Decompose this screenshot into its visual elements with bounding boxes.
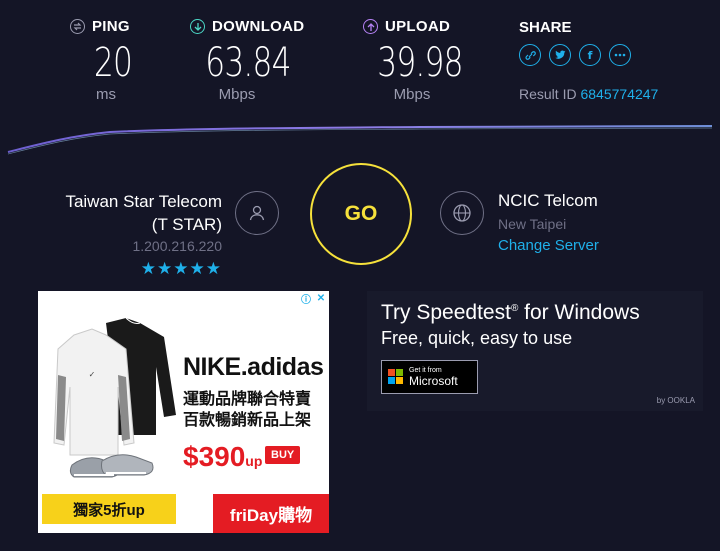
share-label: SHARE: [519, 19, 572, 36]
upload-unit: Mbps: [393, 86, 431, 103]
windows-logo-icon: [388, 369, 404, 385]
svg-text:✓: ✓: [89, 370, 96, 379]
ad2-subtitle: Free, quick, easy to use: [381, 328, 573, 348]
ping-label: PING: [92, 18, 130, 35]
upload-header: UPLOAD: [363, 18, 450, 35]
isp-name-line2: (T STAR): [151, 215, 222, 234]
server-name: NCIC Telcom: [498, 191, 598, 210]
ping-unit: ms: [96, 86, 116, 103]
change-server-link[interactable]: Change Server: [498, 237, 599, 254]
go-button[interactable]: GO: [310, 163, 412, 265]
upload-label: UPLOAD: [385, 18, 451, 35]
ad2-title: Try Speedtest® for Windows: [381, 301, 640, 325]
ad-subtitle-line2: 百款暢銷新品上架: [183, 412, 312, 429]
isp-name-line1: Taiwan Star Telecom: [65, 192, 222, 211]
ad-price-suffix: up: [245, 453, 263, 469]
isp-name: Taiwan Star Telecom (T STAR): [65, 190, 222, 236]
ad-subtitle: 運動品牌聯合特賣 百款暢銷新品上架: [183, 389, 311, 431]
download-header: DOWNLOAD: [190, 18, 304, 35]
microsoft-store-button[interactable]: Get it from Microsoft: [381, 360, 478, 394]
isp-ip: 1.200.216.220: [132, 238, 222, 254]
ad-product-image: ✓: [53, 317, 176, 478]
ad-buy-button[interactable]: BUY: [265, 446, 301, 464]
speed-graph: [7, 125, 713, 155]
ookla-logo: by OOKLA: [656, 396, 695, 405]
advertisement-speedtest-windows[interactable]: Try Speedtest® for Windows Free, quick, …: [367, 291, 703, 411]
ad-title: NIKE.adidas: [183, 353, 324, 381]
download-value: 63.84: [205, 40, 291, 86]
ping-value: 20: [93, 40, 133, 86]
user-icon: [235, 191, 279, 235]
result-id-label: Result ID: [519, 86, 577, 102]
result-id: Result ID 6845774247: [519, 86, 658, 102]
ping-header: PING: [70, 18, 130, 35]
ad2-title-main: Try Speedtest: [381, 301, 511, 324]
isp-rating-stars[interactable]: ★★★★★: [141, 259, 222, 279]
share-buttons: f: [519, 44, 631, 66]
ad-choices[interactable]: ⓘ ✕: [300, 292, 327, 306]
download-label: DOWNLOAD: [212, 18, 305, 35]
ad-price-value: $390: [183, 441, 246, 472]
ad-subtitle-line1: 運動品牌聯合特賣: [183, 391, 312, 408]
ad-price: $390up: [183, 441, 262, 473]
result-id-link[interactable]: 6845774247: [580, 86, 658, 102]
link-icon[interactable]: [519, 44, 541, 66]
info-icon[interactable]: ⓘ: [300, 292, 312, 306]
globe-icon: [440, 191, 484, 235]
server-location: New Taipei: [498, 216, 567, 232]
facebook-icon[interactable]: f: [579, 44, 601, 66]
ping-icon: [70, 19, 85, 34]
close-icon[interactable]: ✕: [315, 292, 327, 304]
ad2-title-rest: for Windows: [518, 301, 640, 324]
advertisement-nike-adidas[interactable]: ✓ ⓘ ✕ NIKE.adidas 運動品牌聯合特賣 百款暢銷新品上架 $390…: [38, 291, 329, 533]
upload-value: 39.98: [377, 40, 463, 86]
store-big-label: Microsoft: [409, 373, 458, 388]
twitter-icon[interactable]: [549, 44, 571, 66]
more-icon[interactable]: [609, 44, 631, 66]
download-unit: Mbps: [218, 86, 256, 103]
download-icon: [190, 19, 205, 34]
ad-brand-logo: friDay購物: [213, 494, 329, 533]
upload-icon: [363, 19, 378, 34]
ad-promo-badge: 獨家5折up: [42, 494, 176, 524]
